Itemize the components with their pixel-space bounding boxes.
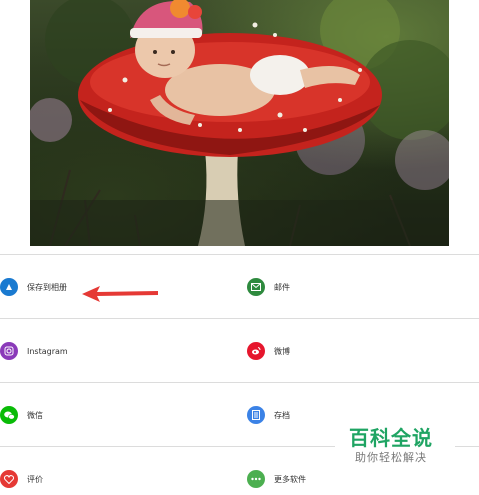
share-instagram[interactable]: Instagram: [0, 336, 68, 366]
grid-divider: [0, 382, 479, 383]
mail-icon: [247, 278, 265, 296]
share-label: 微博: [274, 346, 290, 356]
share-save-to-album[interactable]: 保存到相册: [0, 272, 67, 302]
share-more-apps[interactable]: 更多软件: [247, 464, 306, 494]
instagram-icon: [0, 342, 18, 360]
share-mail[interactable]: 邮件: [247, 272, 290, 302]
heart-icon: [0, 470, 18, 488]
share-label: Instagram: [27, 346, 68, 356]
watermark-subtitle: 助你轻松解决: [355, 451, 427, 464]
share-label: 存档: [274, 410, 290, 420]
share-label: 评价: [27, 474, 43, 484]
more-apps-icon: [247, 470, 265, 488]
share-wechat[interactable]: 微信: [0, 400, 43, 430]
share-archive[interactable]: 存档: [247, 400, 290, 430]
share-label: 微信: [27, 410, 43, 420]
share-label: 更多软件: [274, 474, 306, 484]
watermark-title: 百科全说: [349, 426, 433, 450]
weibo-icon: [247, 342, 265, 360]
share-label: 保存到相册: [27, 282, 67, 292]
wechat-icon: [0, 406, 18, 424]
share-label: 邮件: [274, 282, 290, 292]
share-rate[interactable]: 评价: [0, 464, 43, 494]
watermark: 百科全说 助你轻松解决: [335, 420, 455, 464]
archive-icon: [247, 406, 265, 424]
grid-divider-top: [0, 254, 479, 255]
save-to-album-icon: [0, 278, 18, 296]
red-arrow-annotation: [82, 286, 158, 302]
share-weibo[interactable]: 微博: [247, 336, 290, 366]
baby-mushroom-photo: [30, 0, 449, 246]
grid-divider: [0, 318, 479, 319]
